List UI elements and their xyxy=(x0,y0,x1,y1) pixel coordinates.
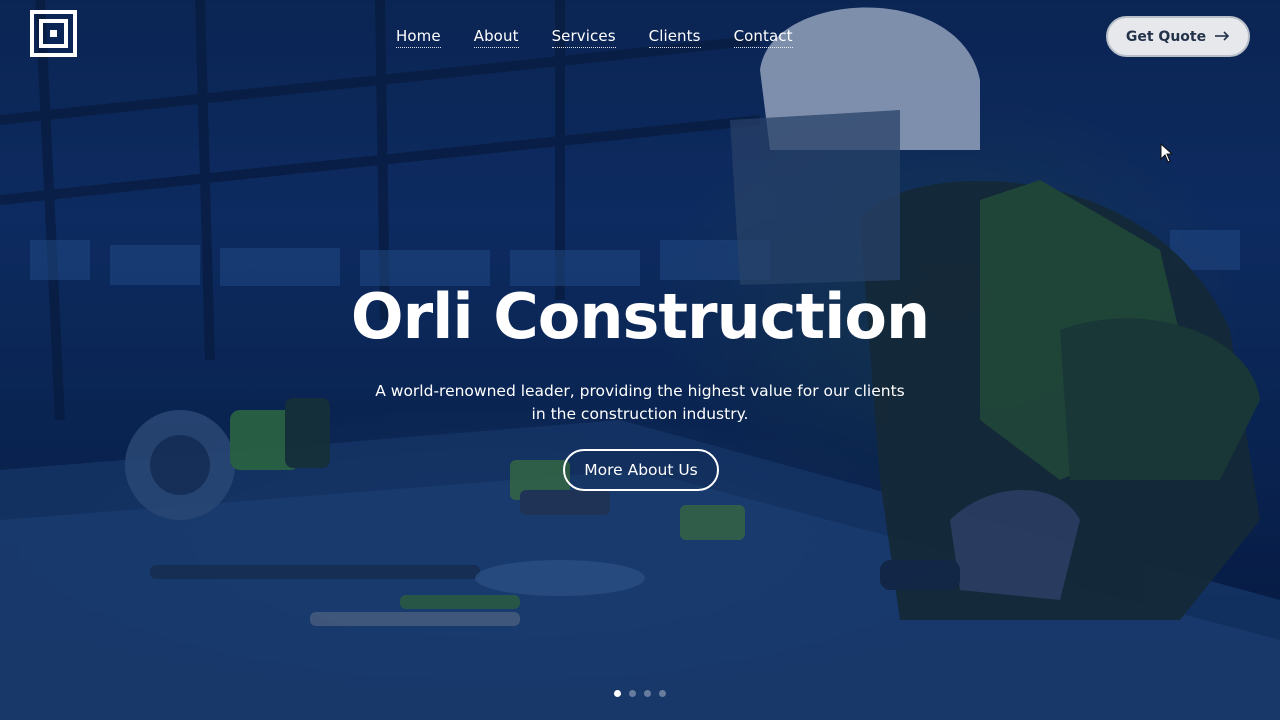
hero-subtitle-line2: in the construction industry. xyxy=(531,405,749,423)
mouse-cursor-icon xyxy=(1160,142,1174,167)
arrow-right-icon xyxy=(1214,27,1230,46)
get-quote-button[interactable]: Get Quote xyxy=(1106,16,1250,57)
nav-item-clients[interactable]: Clients xyxy=(648,26,701,48)
nav-item-about[interactable]: About xyxy=(473,26,519,48)
slide-dot-1[interactable] xyxy=(614,690,621,697)
slide-dot-3[interactable] xyxy=(644,690,651,697)
slide-dot-2[interactable] xyxy=(629,690,636,697)
hero-subtitle: A world-renowned leader, providing the h… xyxy=(340,380,940,426)
square-logo-icon[interactable] xyxy=(30,10,77,57)
nav-item-contact[interactable]: Contact xyxy=(733,26,793,48)
get-quote-label: Get Quote xyxy=(1125,28,1207,45)
nav-item-services[interactable]: Services xyxy=(551,26,616,48)
hero-background xyxy=(0,0,1280,720)
blue-overlay xyxy=(0,0,1280,720)
nav-item-home[interactable]: Home xyxy=(396,26,441,48)
slide-dot-4[interactable] xyxy=(659,690,666,697)
hero-title: Orli Construction xyxy=(350,280,930,353)
slider-pagination xyxy=(614,690,666,697)
hero-subtitle-line1: A world-renowned leader, providing the h… xyxy=(375,382,905,400)
more-about-us-button[interactable]: More About Us xyxy=(563,449,719,491)
main-nav: Home About Services Clients Contact xyxy=(396,26,793,48)
